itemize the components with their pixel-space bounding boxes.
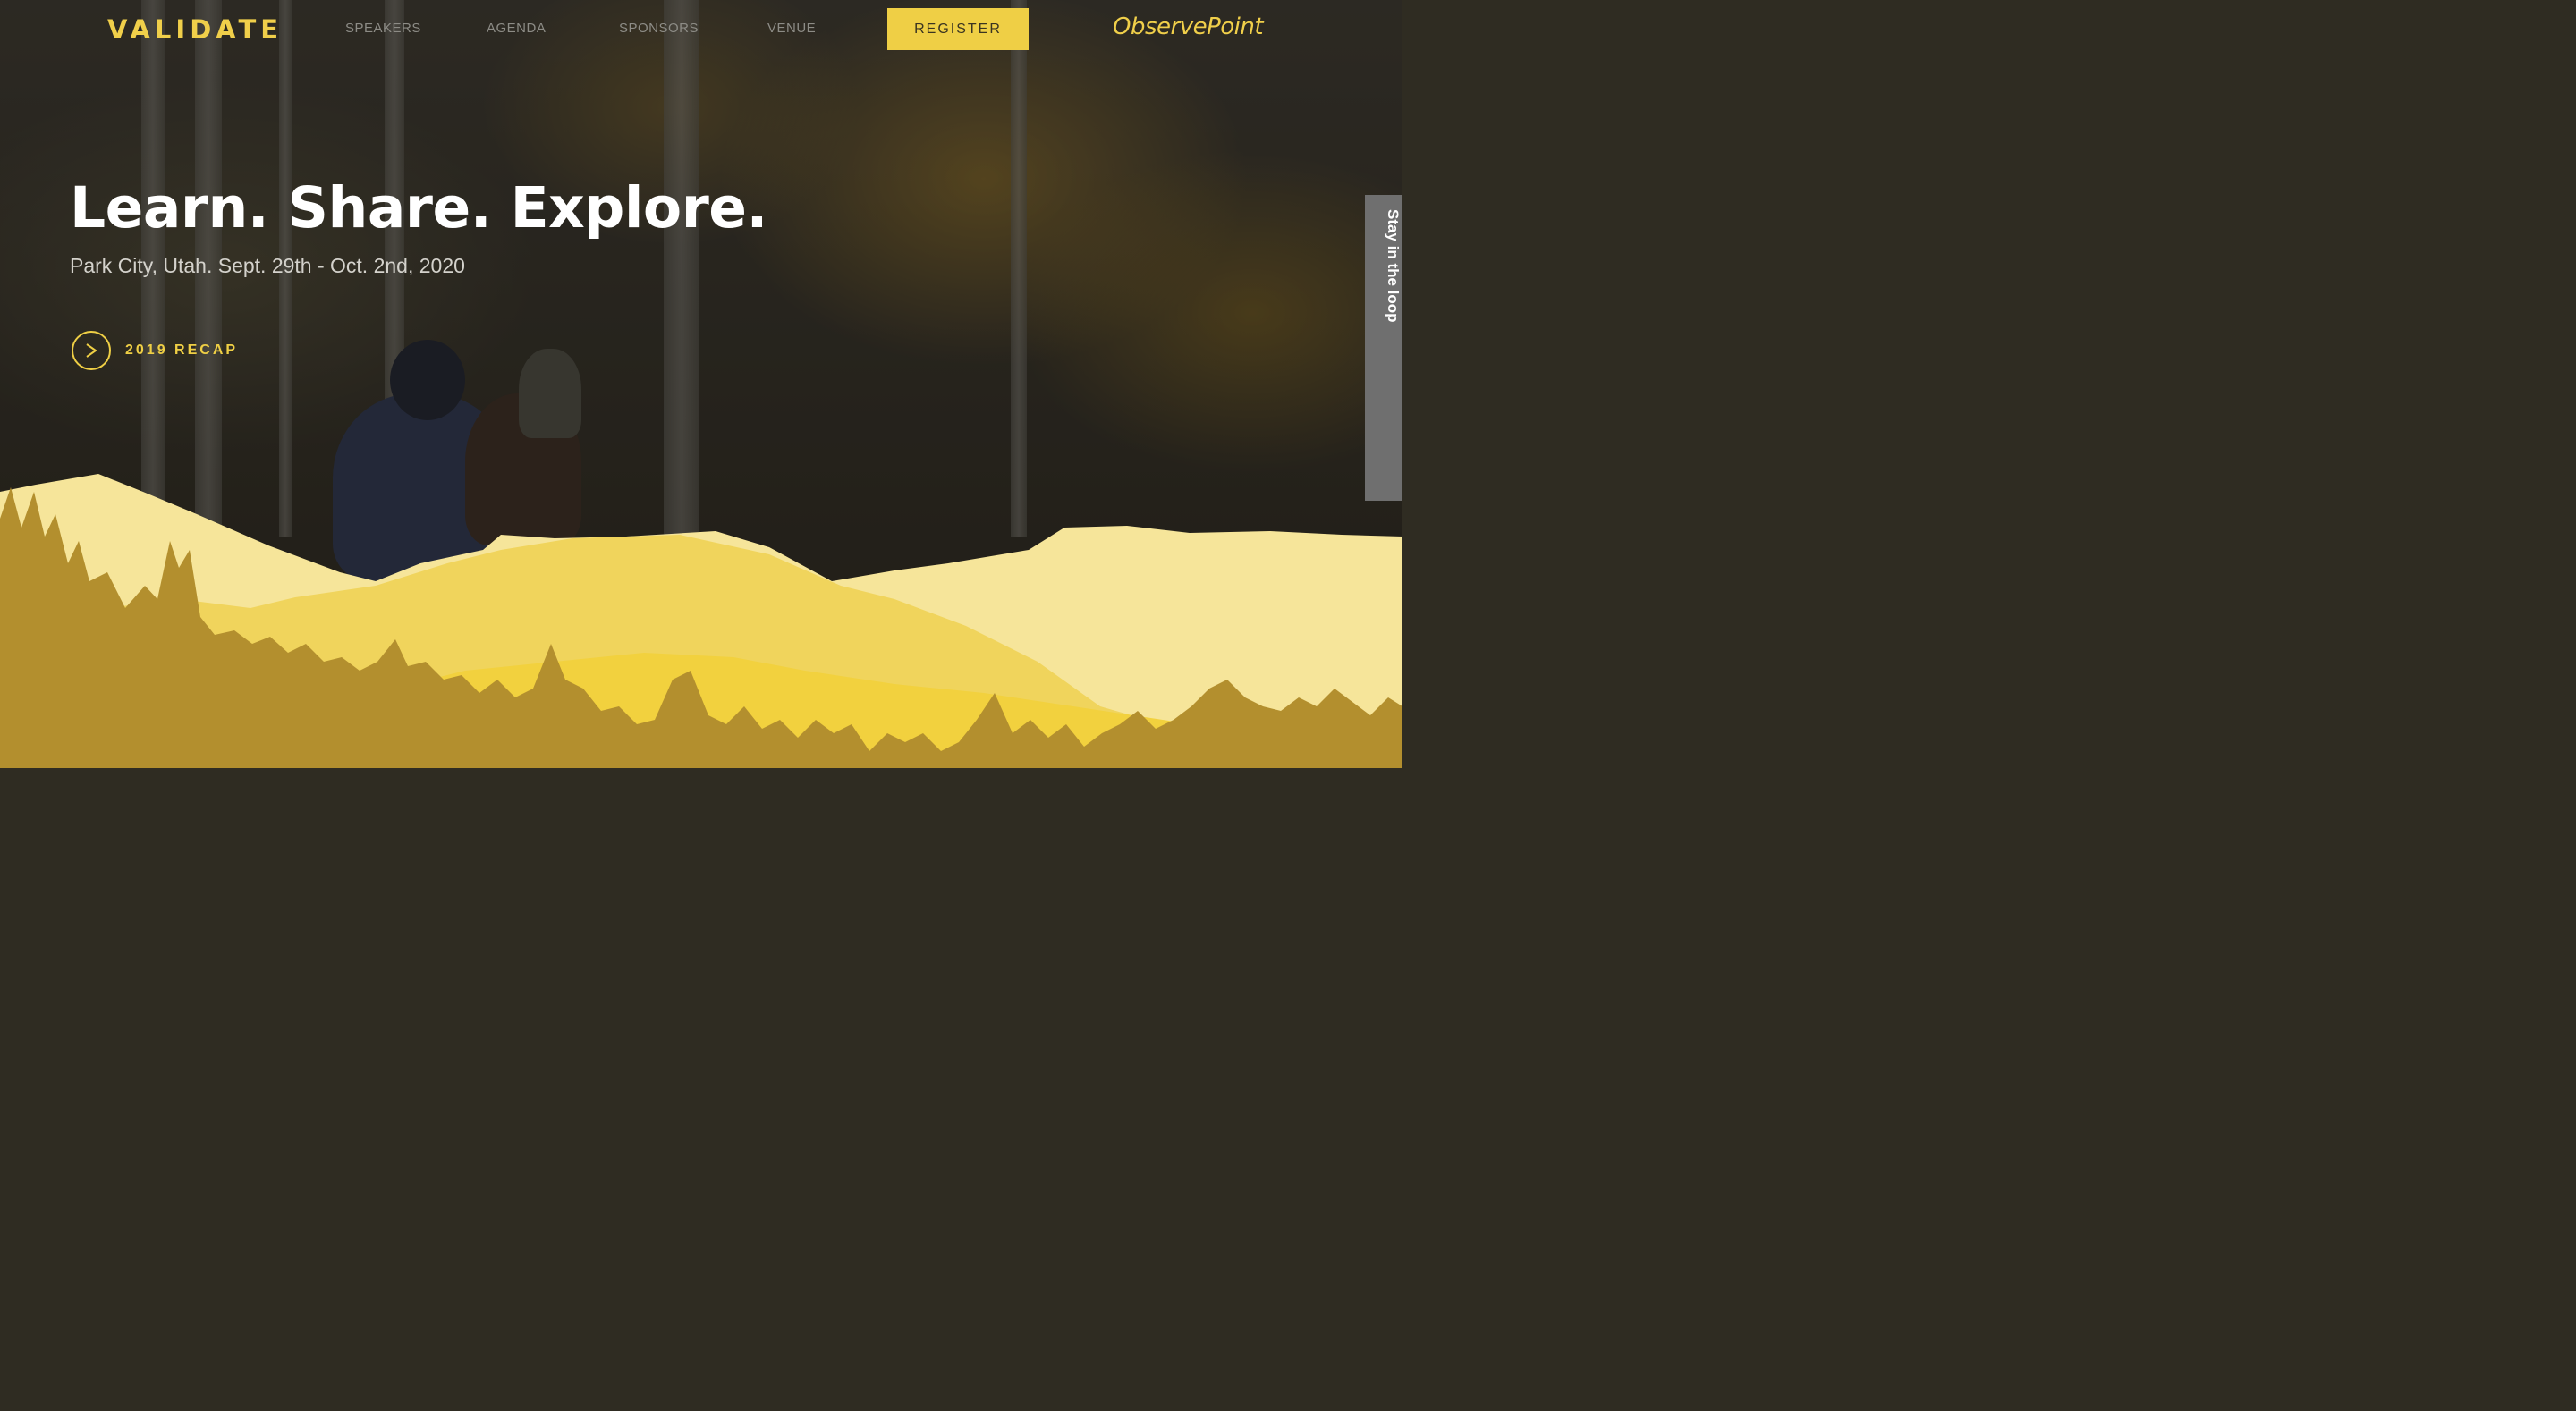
validate-logo[interactable]: VALIDATE [107,14,283,45]
nav-link-sponsors[interactable]: SPONSORS [619,21,699,36]
mountain-landscape [0,474,1402,768]
recap-video-button[interactable]: 2019 RECAP [72,331,238,370]
play-triangle-icon [86,343,97,358]
side-tab-label[interactable]: Stay in the loop [1384,209,1402,323]
nav-link-venue[interactable]: VENUE [767,21,816,36]
top-navigation: VALIDATE SPEAKERS AGENDA SPONSORS VENUE … [0,0,1402,59]
play-icon[interactable] [72,331,111,370]
hero-headline: Learn. Share. Explore. [70,175,767,241]
stay-in-the-loop-tab[interactable]: Stay in the loop [1365,195,1402,501]
nav-link-speakers[interactable]: SPEAKERS [345,21,421,36]
recap-label[interactable]: 2019 RECAP [125,342,238,359]
register-button[interactable]: REGISTER [887,8,1029,50]
nav-link-agenda[interactable]: AGENDA [487,21,546,36]
observepoint-logo[interactable]: ObservePoint [1113,13,1264,40]
hero-subheadline: Park City, Utah. Sept. 29th - Oct. 2nd, … [70,254,465,277]
